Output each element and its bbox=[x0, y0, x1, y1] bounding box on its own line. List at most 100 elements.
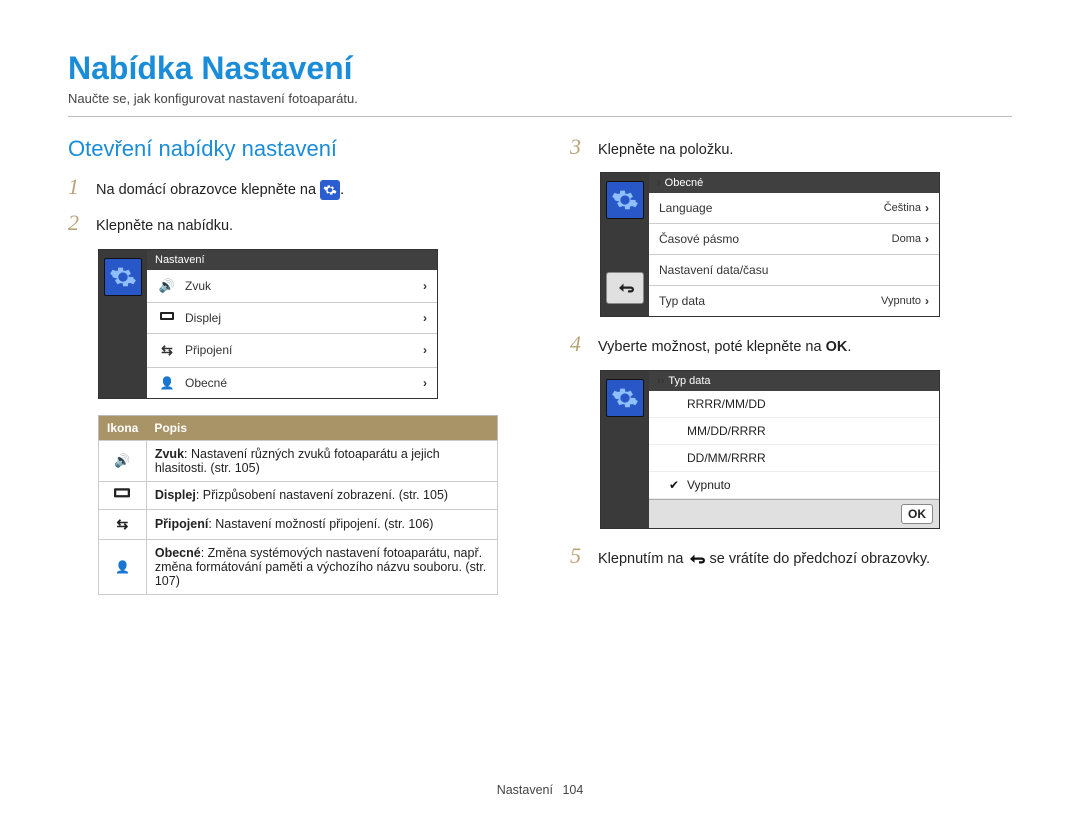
header-divider bbox=[68, 116, 1012, 117]
bottom-bar: OK bbox=[649, 499, 939, 528]
row-bold: Připojení bbox=[155, 517, 208, 531]
gear-icon bbox=[104, 258, 142, 296]
table-row: Připojení: Nastavení možností připojení.… bbox=[99, 509, 498, 539]
step-number: 4 bbox=[570, 333, 586, 355]
step-2: 2 Klepněte na nabídku. bbox=[68, 212, 510, 236]
back-button[interactable] bbox=[606, 272, 644, 304]
check-icon: ✔ bbox=[669, 478, 681, 492]
row-text: : Přizpůsobení nastavení zobrazení. (str… bbox=[196, 488, 448, 502]
section-heading: Otevření nabídky nastavení bbox=[68, 136, 510, 162]
left-column: Otevření nabídky nastavení 1 Na domácí o… bbox=[68, 136, 510, 595]
chevron-right-icon: ›› bbox=[657, 375, 664, 387]
screen-title: ›› Typ data bbox=[649, 371, 939, 391]
icon-description-table: Ikona Popis Zvuk: Nastavení různých zvuk… bbox=[98, 415, 498, 595]
display-icon bbox=[157, 311, 177, 325]
option-label: Vypnuto bbox=[687, 478, 731, 492]
th-desc: Popis bbox=[146, 415, 497, 440]
page-subtitle: Naučte se, jak konfigurovat nastavení fo… bbox=[68, 91, 1012, 106]
gear-icon bbox=[320, 180, 340, 200]
step-text: Klepnutím na se vrátíte do předchozí obr… bbox=[598, 545, 930, 569]
step-number: 5 bbox=[570, 545, 586, 567]
option-row[interactable]: RRRR/MM/DD bbox=[649, 391, 939, 418]
row-value: Čeština bbox=[884, 202, 921, 214]
option-row[interactable]: ✔ Vypnuto bbox=[649, 472, 939, 499]
th-icon: Ikona bbox=[99, 415, 147, 440]
option-row[interactable]: MM/DD/RRRR bbox=[649, 418, 939, 445]
chevron-right-icon: › bbox=[925, 232, 929, 246]
table-row: Obecné: Změna systémových nastavení foto… bbox=[99, 539, 498, 594]
page-number: 104 bbox=[562, 783, 583, 797]
row-bold: Zvuk bbox=[155, 447, 184, 461]
page-title: Nabídka Nastavení bbox=[68, 50, 1012, 87]
step-text: Vyberte možnost, poté klepněte na OK. bbox=[598, 333, 851, 357]
step-1-text: Na domácí obrazovce klepněte na bbox=[96, 182, 316, 198]
screen-title-text: Obecné bbox=[665, 177, 704, 189]
chevron-right-icon: › bbox=[657, 177, 661, 189]
chevron-right-icon: › bbox=[423, 279, 427, 293]
step-1-suffix: . bbox=[340, 182, 344, 198]
row-label: Displej bbox=[185, 311, 423, 325]
footer-label: Nastavení bbox=[497, 783, 553, 797]
step-1: 1 Na domácí obrazovce klepněte na . bbox=[68, 176, 510, 200]
page-footer: Nastavení 104 bbox=[0, 783, 1080, 797]
screen-title-text: Typ data bbox=[668, 375, 710, 387]
chevron-right-icon: › bbox=[925, 294, 929, 308]
table-row: Displej: Přizpůsobení nastavení zobrazen… bbox=[99, 481, 498, 509]
step-4: 4 Vyberte možnost, poté klepněte na OK. bbox=[570, 333, 1012, 357]
screen-title: › Obecné bbox=[649, 173, 939, 193]
gear-icon bbox=[606, 181, 644, 219]
chevron-right-icon: › bbox=[423, 343, 427, 357]
row-text: : Změna systémových nastavení fotoaparát… bbox=[155, 546, 486, 588]
step-3: 3 Klepněte na položku. bbox=[570, 136, 1012, 160]
step-5-pre: Klepnutím na bbox=[598, 551, 683, 567]
chevron-right-icon: › bbox=[925, 201, 929, 215]
row-label: Obecné bbox=[185, 376, 423, 390]
screen-title: Nastavení bbox=[147, 250, 437, 270]
row-label: Zvuk bbox=[185, 279, 423, 293]
sound-icon bbox=[114, 454, 130, 468]
step-text: Klepněte na položku. bbox=[598, 136, 733, 160]
option-row[interactable]: DD/MM/RRRR bbox=[649, 445, 939, 472]
table-row: Zvuk: Nastavení různých zvuků fotoaparát… bbox=[99, 440, 498, 481]
option-label: DD/MM/RRRR bbox=[687, 451, 766, 465]
step-4-suffix: . bbox=[847, 339, 851, 355]
row-language[interactable]: Language Čeština › bbox=[649, 193, 939, 224]
step-5-post: se vrátíte do předchozí obrazovky. bbox=[710, 551, 931, 567]
general-icon bbox=[157, 376, 177, 390]
step-text: Na domácí obrazovce klepněte na . bbox=[96, 176, 344, 200]
step-number: 3 bbox=[570, 136, 586, 158]
back-icon bbox=[616, 281, 634, 295]
row-value: Doma bbox=[892, 233, 921, 245]
row-timezone[interactable]: Časové pásmo Doma › bbox=[649, 224, 939, 255]
option-label: RRRR/MM/DD bbox=[687, 397, 766, 411]
menu-row-sound[interactable]: Zvuk › bbox=[147, 270, 437, 303]
menu-row-general[interactable]: Obecné › bbox=[147, 368, 437, 398]
sound-icon bbox=[157, 278, 177, 294]
row-bold: Displej bbox=[155, 488, 196, 502]
back-icon bbox=[687, 550, 705, 568]
row-label: Language bbox=[659, 201, 884, 215]
general-icon bbox=[115, 560, 130, 574]
screen-date-type: ›› Typ data RRRR/MM/DD MM/DD/RRRR DD/MM/… bbox=[600, 370, 940, 529]
row-datetime[interactable]: Nastavení data/času bbox=[649, 255, 939, 286]
row-datetype[interactable]: Typ data Vypnuto › bbox=[649, 286, 939, 316]
row-bold: Obecné bbox=[155, 546, 201, 560]
menu-row-display[interactable]: Displej › bbox=[147, 303, 437, 334]
option-label: MM/DD/RRRR bbox=[687, 424, 766, 438]
row-label: Typ data bbox=[659, 294, 881, 308]
step-number: 1 bbox=[68, 176, 84, 198]
row-text: : Nastavení možností připojení. (str. 10… bbox=[208, 517, 433, 531]
connection-icon bbox=[117, 518, 129, 532]
gear-icon bbox=[606, 379, 644, 417]
step-text: Klepněte na nabídku. bbox=[96, 212, 233, 236]
step-5: 5 Klepnutím na se vrátíte do předchozí o… bbox=[570, 545, 1012, 569]
chevron-right-icon: › bbox=[423, 376, 427, 390]
ok-button[interactable]: OK bbox=[901, 504, 933, 524]
ok-label: OK bbox=[826, 339, 848, 355]
step-4-text: Vyberte možnost, poté klepněte na bbox=[598, 339, 822, 355]
row-label: Připojení bbox=[185, 343, 423, 357]
row-label: Nastavení data/času bbox=[659, 263, 929, 277]
row-value: Vypnuto bbox=[881, 295, 921, 307]
step-number: 2 bbox=[68, 212, 84, 234]
menu-row-connect[interactable]: Připojení › bbox=[147, 334, 437, 368]
